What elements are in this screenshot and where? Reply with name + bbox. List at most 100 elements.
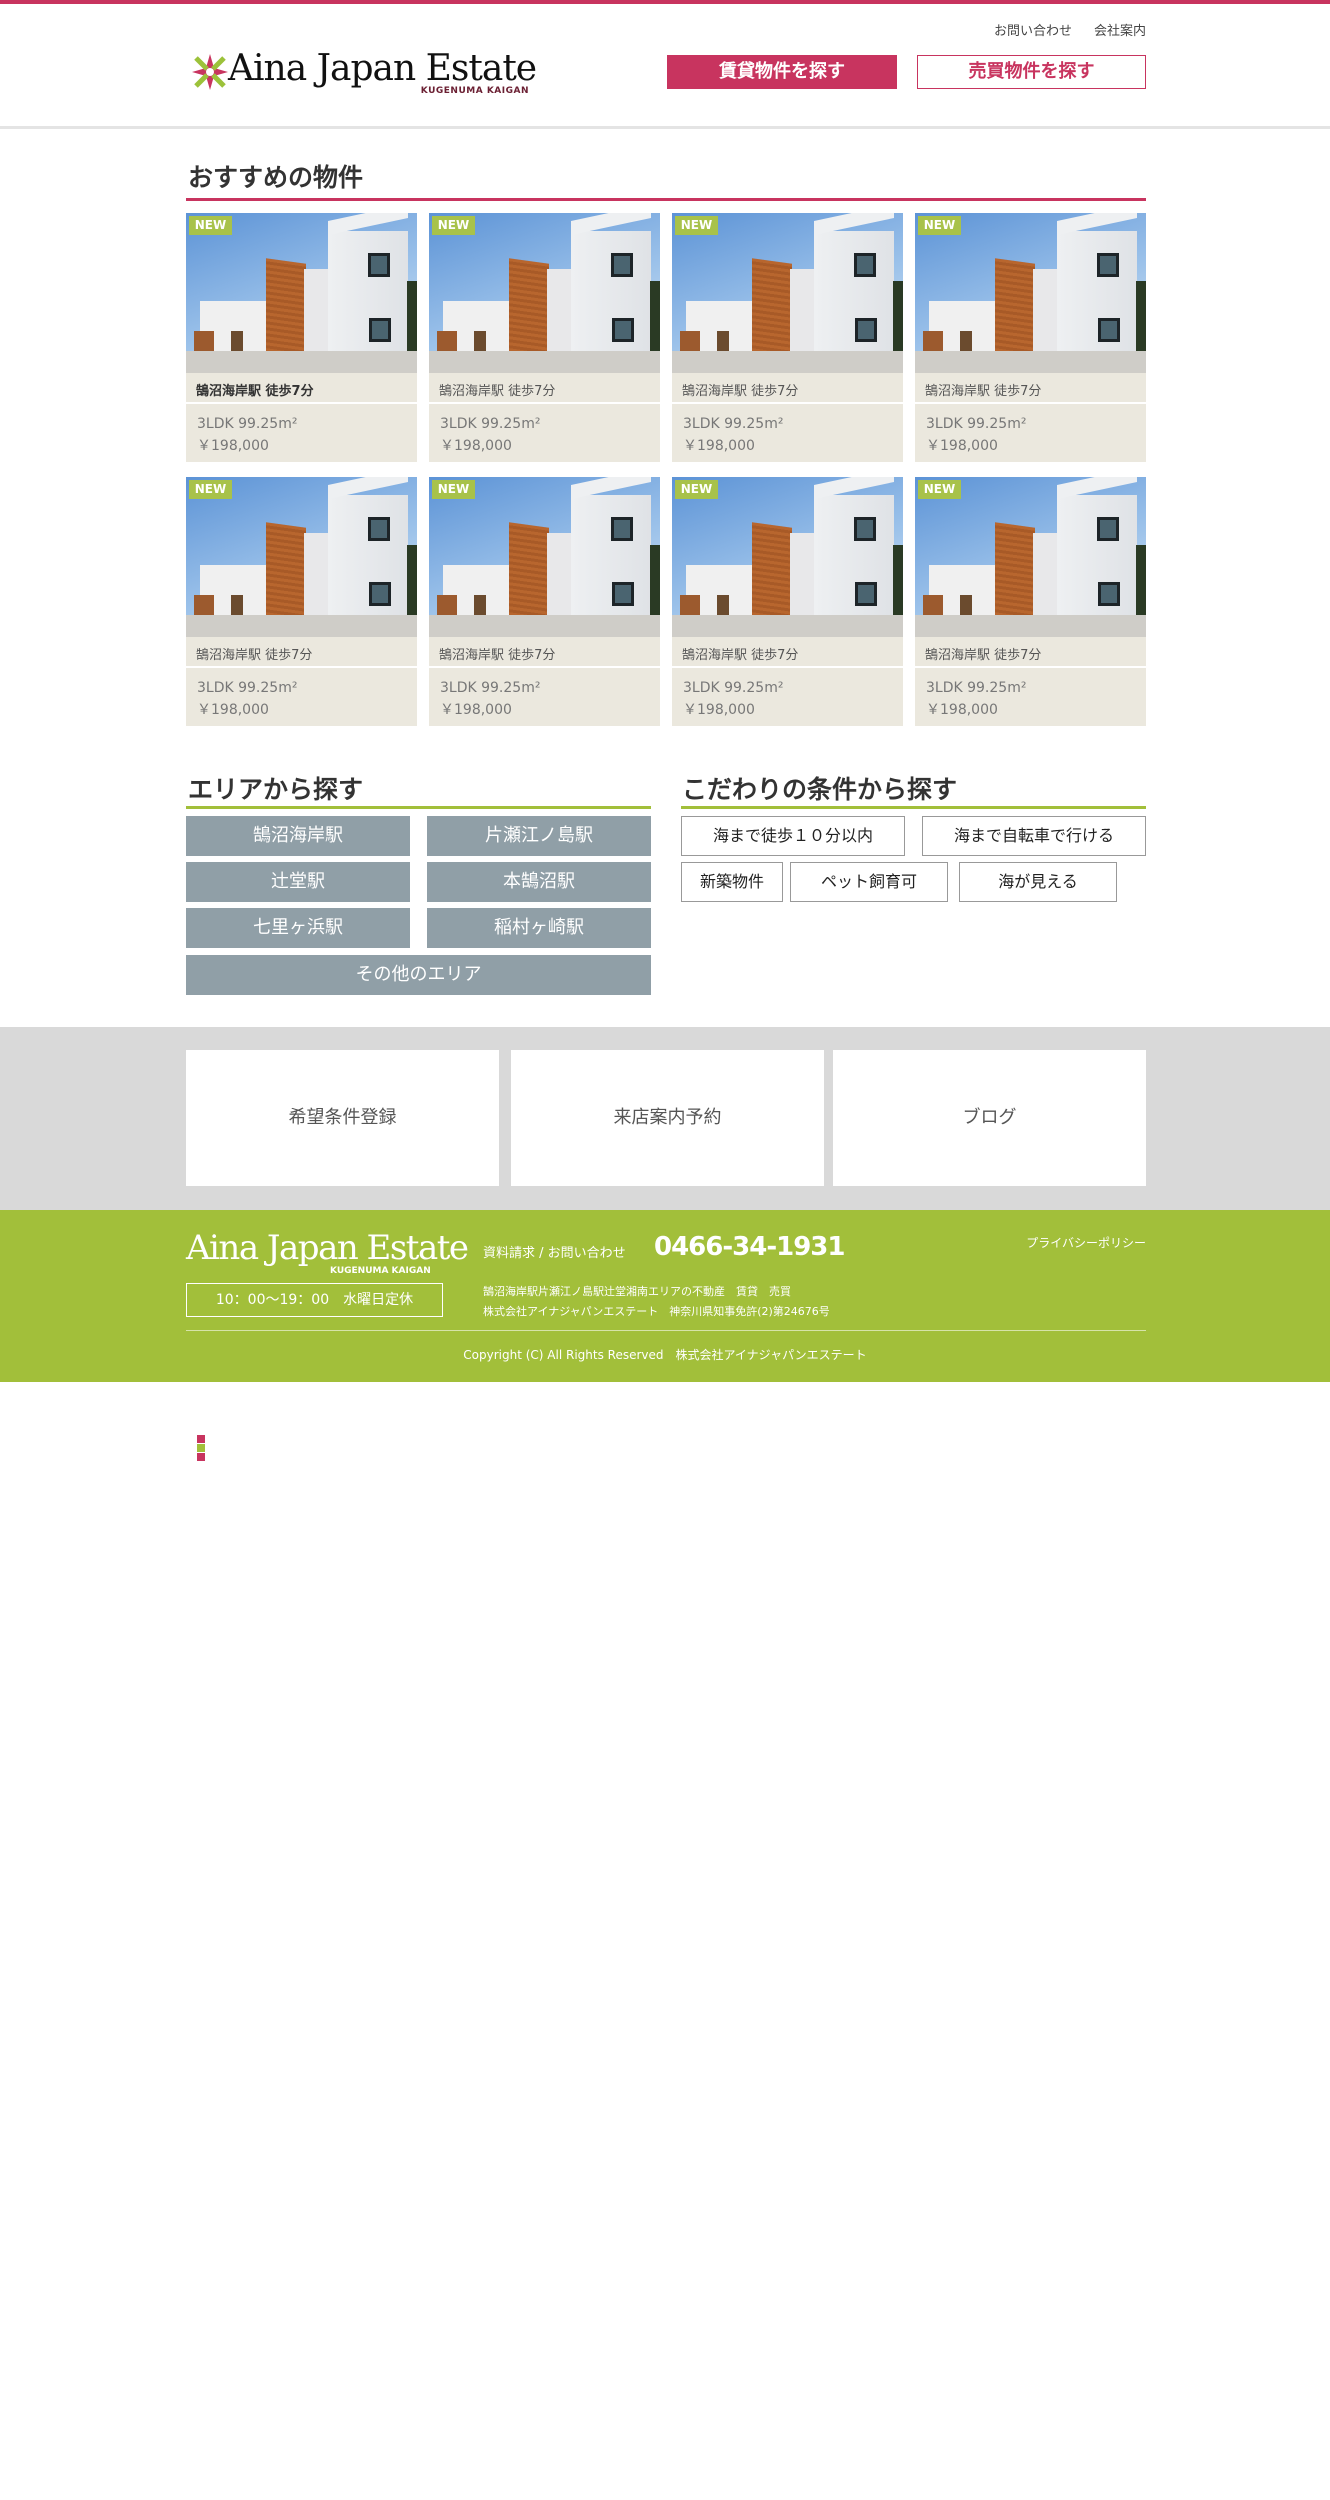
- site-header: お問い合わせ 会社案内 Aina Japan Estate KUGENUMA K…: [0, 4, 1330, 129]
- property-photo[interactable]: NEW: [672, 477, 903, 637]
- blog-link[interactable]: ブログ: [833, 1050, 1146, 1186]
- new-badge: NEW: [432, 480, 475, 499]
- photo-detail: [1136, 545, 1146, 615]
- photo-detail: [429, 351, 660, 373]
- photo-detail: [672, 615, 903, 637]
- property-spec: 3LDK 99.25m²: [926, 416, 1027, 432]
- photo-detail: [186, 615, 417, 637]
- property-title[interactable]: 鵠沼海岸駅 徒歩7分: [915, 373, 1146, 404]
- property-card[interactable]: NEW 鵠沼海岸駅 徒歩7分 3LDK 99.25m² ￥198,000: [672, 213, 903, 462]
- photo-detail: [407, 545, 417, 615]
- photo-detail: [612, 582, 634, 606]
- photo-detail: [752, 258, 792, 366]
- site-logo[interactable]: Aina Japan Estate KUGENUMA KAIGAN: [190, 48, 537, 100]
- property-price: ￥198,000: [926, 438, 998, 454]
- property-card[interactable]: NEW 鵠沼海岸駅 徒歩7分 3LDK 99.25m² ￥198,000: [186, 213, 417, 462]
- flower-logo-icon: [192, 54, 228, 90]
- area-button-tsujido[interactable]: 辻堂駅: [186, 862, 410, 902]
- area-button-hon-kugenuma[interactable]: 本鵠沼駅: [427, 862, 651, 902]
- property-title[interactable]: 鵠沼海岸駅 徒歩7分: [672, 373, 903, 404]
- search-rent-button[interactable]: 賃貸物件を探す: [667, 55, 897, 89]
- footer-logo-subtext: KUGENUMA KAIGAN: [330, 1266, 431, 1276]
- conditions-underline: [681, 806, 1146, 809]
- property-spec: 3LDK 99.25m²: [683, 416, 784, 432]
- property-photo[interactable]: NEW: [915, 213, 1146, 373]
- property-spec: 3LDK 99.25m²: [197, 416, 298, 432]
- photo-detail: [650, 281, 660, 351]
- area-button-shichirigahama[interactable]: 七里ヶ浜駅: [186, 908, 410, 948]
- photo-detail: [1097, 517, 1119, 541]
- property-card[interactable]: NEW 鵠沼海岸駅 徒歩7分 3LDK 99.25m² ￥198,000: [186, 477, 417, 726]
- decor-square-pink: [197, 1435, 205, 1443]
- condition-pets-ok[interactable]: ペット飼育可: [790, 862, 948, 902]
- property-photo[interactable]: NEW: [186, 477, 417, 637]
- property-spec: 3LDK 99.25m²: [197, 680, 298, 696]
- area-underline: [186, 806, 651, 809]
- property-card[interactable]: NEW 鵠沼海岸駅 徒歩7分 3LDK 99.25m² ￥198,000: [429, 477, 660, 726]
- photo-detail: [1098, 582, 1120, 606]
- property-price: ￥198,000: [440, 702, 512, 718]
- business-hours: 10：00～19：00 水曜日定休: [186, 1283, 443, 1317]
- search-sale-button[interactable]: 売買物件を探す: [917, 55, 1146, 89]
- photo-detail: [650, 545, 660, 615]
- footer-logo[interactable]: Aina Japan Estate: [186, 1228, 469, 1268]
- visit-reservation-link[interactable]: 来店案内予約: [511, 1050, 824, 1186]
- property-price: ￥198,000: [197, 702, 269, 718]
- property-price: ￥198,000: [197, 438, 269, 454]
- decor-square-green: [197, 1444, 205, 1452]
- property-photo[interactable]: NEW: [429, 477, 660, 637]
- property-price: ￥198,000: [926, 702, 998, 718]
- header-links: お問い合わせ 会社案内: [994, 20, 1146, 39]
- featured-title: おすすめの物件: [188, 163, 364, 192]
- decor-square-pink: [197, 1453, 205, 1461]
- area-title: エリアから探す: [188, 775, 364, 804]
- condition-bike-to-sea[interactable]: 海まで自転車で行ける: [922, 816, 1146, 856]
- privacy-policy-link[interactable]: プライバシーポリシー: [1026, 1234, 1146, 1251]
- photo-detail: [752, 522, 792, 630]
- photo-detail: [266, 258, 306, 366]
- property-spec: 3LDK 99.25m²: [926, 680, 1027, 696]
- area-button-katase-enoshima[interactable]: 片瀬江ノ島駅: [427, 816, 651, 856]
- photo-detail: [266, 522, 306, 630]
- contact-link[interactable]: お問い合わせ: [994, 20, 1072, 39]
- property-photo[interactable]: NEW: [672, 213, 903, 373]
- property-title[interactable]: 鵠沼海岸駅 徒歩7分: [429, 637, 660, 668]
- photo-detail: [186, 351, 417, 373]
- new-badge: NEW: [432, 216, 475, 235]
- property-photo[interactable]: NEW: [915, 477, 1146, 637]
- photo-detail: [429, 615, 660, 637]
- photo-detail: [509, 258, 549, 366]
- property-title[interactable]: 鵠沼海岸駅 徒歩7分: [672, 637, 903, 668]
- property-card[interactable]: NEW 鵠沼海岸駅 徒歩7分 3LDK 99.25m² ￥198,000: [672, 477, 903, 726]
- condition-walk-to-sea[interactable]: 海まで徒歩１０分以内: [681, 816, 905, 856]
- photo-detail: [855, 318, 877, 342]
- condition-new-build[interactable]: 新築物件: [681, 862, 783, 902]
- register-conditions-link[interactable]: 希望条件登録: [186, 1050, 499, 1186]
- photo-detail: [854, 517, 876, 541]
- photo-detail: [612, 318, 634, 342]
- condition-sea-view[interactable]: 海が見える: [959, 862, 1117, 902]
- company-link[interactable]: 会社案内: [1094, 20, 1146, 39]
- property-title[interactable]: 鵠沼海岸駅 徒歩7分: [186, 637, 417, 668]
- property-card[interactable]: NEW 鵠沼海岸駅 徒歩7分 3LDK 99.25m² ￥198,000: [429, 213, 660, 462]
- photo-detail: [1097, 253, 1119, 277]
- property-title[interactable]: 鵠沼海岸駅 徒歩7分: [186, 373, 417, 404]
- photo-detail: [1098, 318, 1120, 342]
- property-photo[interactable]: NEW: [429, 213, 660, 373]
- area-button-inamuragasaki[interactable]: 稲村ヶ崎駅: [427, 908, 651, 948]
- photo-detail: [995, 258, 1035, 366]
- property-card[interactable]: NEW 鵠沼海岸駅 徒歩7分 3LDK 99.25m² ￥198,000: [915, 477, 1146, 726]
- new-badge: NEW: [675, 480, 718, 499]
- area-button-kugenuma-kaigan[interactable]: 鵠沼海岸駅: [186, 816, 410, 856]
- site-footer: Aina Japan Estate KUGENUMA KAIGAN 10：00～…: [0, 1210, 1330, 1382]
- photo-detail: [855, 582, 877, 606]
- property-photo[interactable]: NEW: [186, 213, 417, 373]
- property-spec: 3LDK 99.25m²: [440, 416, 541, 432]
- phone-number[interactable]: 0466-34-1931: [654, 1232, 845, 1262]
- area-button-other[interactable]: その他のエリア: [186, 955, 651, 995]
- property-title[interactable]: 鵠沼海岸駅 徒歩7分: [429, 373, 660, 404]
- property-title[interactable]: 鵠沼海岸駅 徒歩7分: [915, 637, 1146, 668]
- property-price: ￥198,000: [440, 438, 512, 454]
- photo-detail: [672, 351, 903, 373]
- property-card[interactable]: NEW 鵠沼海岸駅 徒歩7分 3LDK 99.25m² ￥198,000: [915, 213, 1146, 462]
